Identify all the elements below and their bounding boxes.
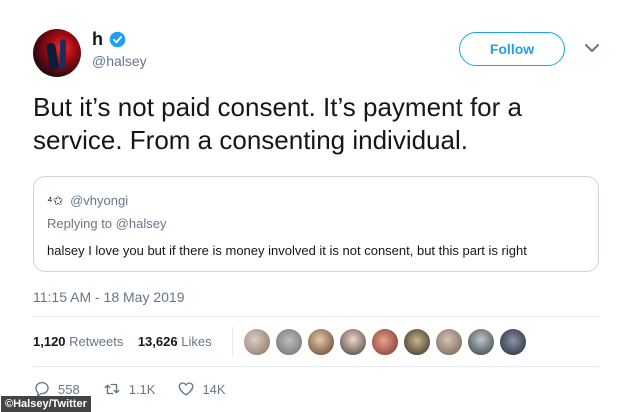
like-action[interactable]: 14K xyxy=(177,380,226,398)
divider-bottom xyxy=(33,366,599,367)
heart-icon xyxy=(179,382,194,396)
quoted-tweet[interactable]: ⁴✩ @vhyongi Replying to @halsey halsey I… xyxy=(33,176,599,272)
liker-avatar[interactable] xyxy=(499,328,527,356)
verified-badge-icon xyxy=(109,31,126,48)
liker-avatar[interactable] xyxy=(339,328,367,356)
liker-avatar[interactable] xyxy=(275,328,303,356)
liker-avatar[interactable] xyxy=(403,328,431,356)
liker-avatar[interactable] xyxy=(243,328,271,356)
divider-top xyxy=(33,316,599,317)
author-name[interactable]: h xyxy=(92,29,103,50)
image-credit: ©Halsey/Twitter xyxy=(1,396,91,412)
like-count: 14K xyxy=(202,381,226,397)
quoted-name-decoration: ⁴✩ xyxy=(47,193,64,208)
quoted-author: ⁴✩ @vhyongi xyxy=(47,193,128,209)
follow-button[interactable]: Follow xyxy=(459,32,565,66)
quoted-text: halsey I love you but if there is money … xyxy=(47,243,527,258)
stats-separator xyxy=(232,327,233,357)
liker-avatar[interactable] xyxy=(467,328,495,356)
likers-avatars xyxy=(243,328,531,356)
retweets-count[interactable]: 1,120 xyxy=(33,334,66,349)
avatar-figure xyxy=(45,42,60,70)
reply-count: 558 xyxy=(58,381,80,397)
retweet-action[interactable]: 1.1K xyxy=(102,380,156,398)
likes-count[interactable]: 13,626 xyxy=(138,334,178,349)
liker-avatar[interactable] xyxy=(307,328,335,356)
avatar-figure-2 xyxy=(60,39,66,69)
timestamp[interactable]: 11:15 AM - 18 May 2019 xyxy=(33,289,185,305)
replying-to: Replying to @halsey xyxy=(47,216,166,231)
liker-avatar[interactable] xyxy=(371,328,399,356)
retweet-count: 1.1K xyxy=(128,381,156,397)
likes-label[interactable]: Likes xyxy=(181,334,211,349)
retweets-label[interactable]: Retweets xyxy=(69,334,123,349)
tweet-text: But it’s not paid consent. It’s payment … xyxy=(33,92,522,155)
replying-handle-link[interactable]: @halsey xyxy=(116,216,167,231)
engagement-stats: 1,120 Retweets 13,626 Likes xyxy=(33,334,212,349)
liker-avatar[interactable] xyxy=(435,328,463,356)
chevron-down-icon[interactable] xyxy=(585,43,599,53)
retweet-icon xyxy=(104,383,120,395)
avatar[interactable] xyxy=(33,29,81,77)
quoted-handle[interactable]: @vhyongi xyxy=(70,193,128,208)
author-handle[interactable]: @halsey xyxy=(92,53,147,69)
replying-prefix: Replying to xyxy=(47,216,113,231)
